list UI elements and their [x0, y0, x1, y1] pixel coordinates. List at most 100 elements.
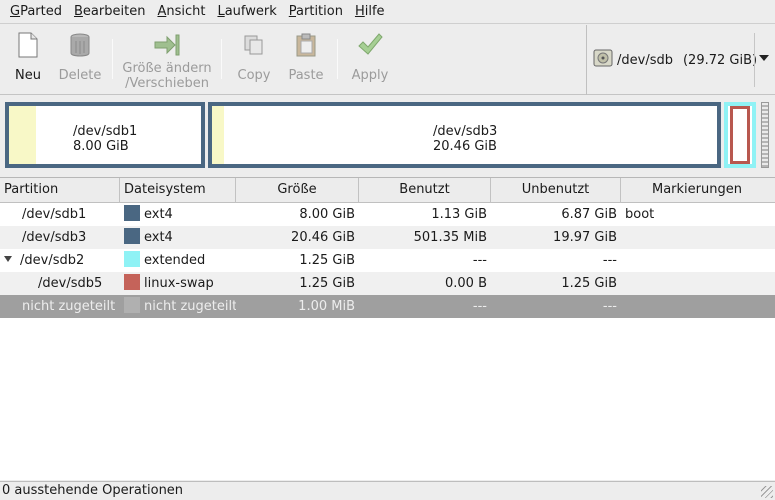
partition-label: /dev/sdb2: [20, 253, 85, 268]
filesystem-color-swatch: [124, 297, 140, 313]
column-header-unused[interactable]: Unbenutzt: [491, 178, 621, 203]
column-header-size[interactable]: Größe: [236, 178, 359, 203]
cell-partition: nicht zugeteilt: [22, 299, 116, 314]
partition-table: Partition Dateisystem Größe Benutzt Unbe…: [0, 177, 775, 480]
resize-move-icon: [153, 31, 181, 58]
cell-unused: ---: [602, 253, 617, 268]
toolbar-separator: [221, 39, 222, 79]
menu-mnemonic: G: [10, 3, 21, 19]
new-button[interactable]: Neu: [6, 31, 50, 91]
visual-partition-sdb2-extended[interactable]: [724, 102, 756, 168]
menu-partition[interactable]: Partition: [283, 0, 349, 24]
cell-flags: [621, 226, 773, 249]
cell-flags: [621, 295, 773, 318]
delete-button-label: Delete: [58, 68, 102, 83]
new-button-label: Neu: [15, 68, 41, 83]
cell-used: 501.35 MiB: [413, 230, 487, 245]
menu-ansicht[interactable]: Ansicht: [151, 0, 211, 24]
menu-bearbeiten[interactable]: Bearbeiten: [68, 0, 151, 24]
copy-button-label: Copy: [237, 68, 271, 83]
pending-operations-status: 0 ausstehende Operationen: [2, 483, 184, 498]
toolbar-separator: [337, 39, 338, 79]
cell-flags: [621, 272, 773, 295]
visual-partition-size: 20.46 GiB: [433, 139, 497, 154]
menu-mnemonic: L: [217, 3, 225, 19]
filesystem-color-swatch: [124, 251, 140, 267]
cell-used: ---: [472, 299, 487, 314]
cell-used: 0.00 B: [445, 276, 487, 291]
cell-size: 8.00 GiB: [299, 207, 355, 222]
paste-button[interactable]: Paste: [284, 31, 328, 91]
resize-move-button[interactable]: Größe ändern /Verschieben: [120, 31, 214, 91]
filesystem-label: ext4: [144, 207, 173, 222]
checkmark-icon: [356, 31, 384, 59]
menu-mnemonic: H: [354, 3, 365, 19]
visual-partition-label: /dev/sdb1 8.00 GiB: [73, 124, 137, 154]
filesystem-label: linux-swap: [144, 276, 214, 291]
column-header-used[interactable]: Benutzt: [359, 178, 491, 203]
filesystem-label: ext4: [144, 230, 173, 245]
column-header-filesystem[interactable]: Dateisystem: [120, 178, 236, 203]
menu-gparted[interactable]: GParted: [4, 0, 68, 24]
column-header-flags[interactable]: Markierungen: [621, 178, 773, 203]
visual-partition-name: /dev/sdb1: [73, 124, 138, 139]
trash-icon: [66, 31, 94, 59]
column-header-partition[interactable]: Partition: [0, 178, 120, 203]
visual-unallocated[interactable]: [761, 102, 769, 168]
table-row[interactable]: /dev/sdb5 linux-swap 1.25 GiB 0.00 B 1.2…: [0, 272, 775, 295]
paste-button-label: Paste: [288, 68, 324, 83]
visual-partition-sdb5-swap[interactable]: [730, 106, 750, 164]
resize-grip-icon[interactable]: [761, 486, 773, 498]
cell-filesystem: extended: [120, 249, 236, 272]
apply-button[interactable]: Apply: [348, 31, 392, 91]
menu-hilfe[interactable]: Hilfe: [349, 0, 391, 24]
cell-partition: /dev/sdb2: [0, 249, 120, 272]
cell-partition: /dev/sdb1: [22, 207, 87, 222]
cell-size: 1.00 MiB: [298, 299, 355, 314]
statusbar: 0 ausstehende Operationen: [0, 481, 775, 500]
cell-filesystem: nicht zugeteilt: [120, 295, 236, 318]
device-size: (29.72 GiB): [682, 52, 758, 68]
delete-button[interactable]: Delete: [56, 31, 104, 91]
menu-mnemonic: P: [288, 3, 297, 19]
toolbar: Neu Delete Größe ändern /Verschieben Cop…: [0, 25, 775, 95]
cell-used: 1.13 GiB: [431, 207, 487, 222]
menu-label: Parted: [20, 3, 62, 19]
cell-flags: boot: [625, 207, 655, 222]
resize-move-label: Größe ändern /Verschieben: [122, 61, 211, 91]
table-row-selected[interactable]: nicht zugeteilt nicht zugeteilt 1.00 MiB…: [0, 295, 775, 318]
apply-button-label: Apply: [351, 68, 389, 83]
visual-partition-sdb3[interactable]: /dev/sdb3 20.46 GiB: [208, 102, 721, 168]
used-space-bar: [9, 106, 36, 164]
cell-size: 20.46 GiB: [291, 230, 355, 245]
menu-laufwerk[interactable]: Laufwerk: [211, 0, 282, 24]
cell-partition: /dev/sdb5: [38, 276, 103, 291]
table-row[interactable]: /dev/sdb1 ext4 8.00 GiB 1.13 GiB 6.87 Gi…: [0, 203, 775, 226]
table-row[interactable]: /dev/sdb2 extended 1.25 GiB --- ---: [0, 249, 775, 272]
device-selector[interactable]: /dev/sdb (29.72 GiB): [586, 25, 775, 95]
table-header: Partition Dateisystem Größe Benutzt Unbe…: [0, 178, 775, 203]
filesystem-color-swatch: [124, 274, 140, 290]
filesystem-label: extended: [144, 253, 206, 268]
cell-partition: /dev/sdb3: [22, 230, 87, 245]
expander-triangle-icon[interactable]: [4, 256, 12, 262]
cell-filesystem: linux-swap: [120, 272, 236, 295]
copy-button[interactable]: Copy: [234, 31, 274, 91]
table-row[interactable]: /dev/sdb3 ext4 20.46 GiB 501.35 MiB 19.9…: [0, 226, 775, 249]
cell-used: ---: [472, 253, 487, 268]
partition-visual-map: /dev/sdb1 8.00 GiB /dev/sdb3 20.46 GiB: [0, 96, 775, 176]
filesystem-color-swatch: [124, 228, 140, 244]
visual-partition-sdb1[interactable]: /dev/sdb1 8.00 GiB: [5, 102, 205, 168]
cell-filesystem: ext4: [120, 203, 236, 226]
cell-size: 1.25 GiB: [299, 276, 355, 291]
paste-icon: [292, 31, 320, 59]
menu-label: artition: [296, 3, 343, 19]
cell-size: 1.25 GiB: [299, 253, 355, 268]
device-selector-divider: [754, 33, 755, 87]
menu-label: earbeiten: [82, 3, 146, 19]
menu-label: nsicht: [166, 3, 206, 19]
visual-partition-label: /dev/sdb3 20.46 GiB: [433, 124, 497, 154]
filesystem-color-swatch: [124, 205, 140, 221]
menu-mnemonic: B: [74, 3, 83, 19]
toolbar-separator: [112, 39, 113, 79]
